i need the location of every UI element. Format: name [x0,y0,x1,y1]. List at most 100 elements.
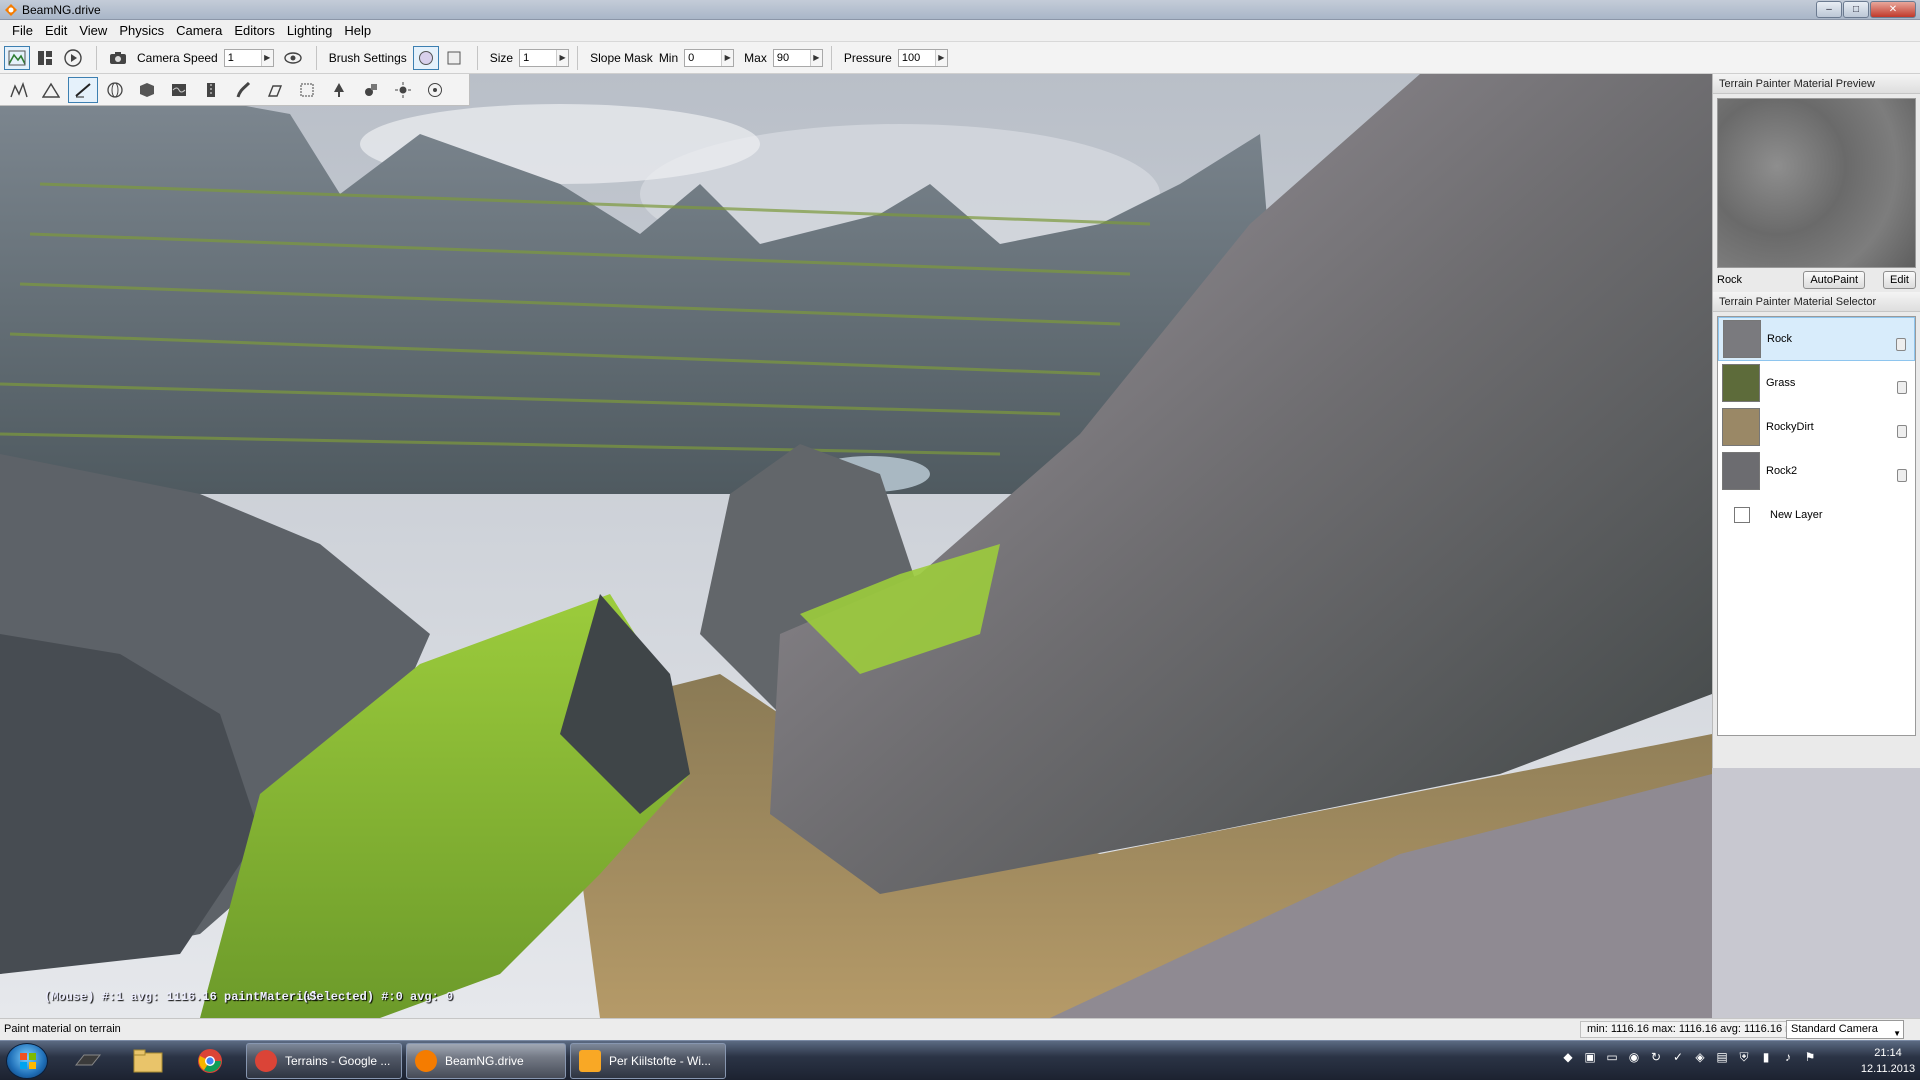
shape-tool[interactable] [356,77,386,103]
hard-drive-icon [74,1054,102,1066]
particle-tool[interactable] [420,77,450,103]
material-item-rock[interactable]: Rock [1718,317,1915,361]
menu-edit[interactable]: Edit [39,23,73,38]
status-message: Paint material on terrain [4,1023,121,1035]
pressure-field[interactable]: 100 ▶ [897,48,948,67]
tray-sync-icon[interactable]: ↻ [1648,1049,1664,1065]
slope-max-field[interactable]: 90 ▶ [772,48,823,67]
task-beamng-window[interactable]: BeamNG.drive [406,1043,566,1079]
menu-file[interactable]: File [6,23,39,38]
menu-physics[interactable]: Physics [113,23,170,38]
play-game-button[interactable] [60,46,86,70]
close-button[interactable]: ✕ [1870,1,1916,18]
cube-tool[interactable] [132,77,162,103]
maximize-button[interactable]: □ [1843,1,1869,18]
new-layer-item[interactable]: New Layer [1718,493,1915,537]
tray-network-icon[interactable]: ▮ [1758,1049,1774,1065]
gui-editor-button[interactable] [32,46,58,70]
delete-material-icon[interactable] [1897,469,1907,482]
camera-speed-arrow-icon[interactable]: ▶ [260,49,273,66]
slope-mask-label: Slope Mask [590,50,653,65]
camera-button[interactable] [105,46,131,70]
autopaint-button[interactable]: AutoPaint [1803,271,1866,289]
menu-editors[interactable]: Editors [228,23,280,38]
circle-brush-button[interactable] [412,45,439,70]
task-label: Terrains - Google ... [285,1054,391,1068]
task-chrome-window[interactable]: Terrains - Google ... [246,1043,402,1079]
tray-display-icon[interactable]: ▣ [1582,1049,1598,1065]
pressure-value[interactable]: 100 [899,52,935,64]
tray-flag-icon[interactable]: ⚑ [1802,1049,1818,1065]
toolbar-separator [476,45,478,70]
slope-min-field[interactable]: 0 ▶ [684,48,735,67]
paint-brush-tool[interactable] [68,76,98,103]
eye-icon [284,51,302,64]
brush-settings-label: Brush Settings [328,50,407,65]
meshroad-icon [236,81,251,97]
camera-mode-value: Standard Camera [1791,1023,1878,1035]
tray-monitor-icon[interactable]: ▭ [1604,1049,1620,1065]
material-label: Grass [1766,377,1796,389]
material-item-rockydirt[interactable]: RockyDirt [1718,405,1915,449]
world-editor-button[interactable] [4,45,30,70]
taskbar-clock[interactable]: 21:14 12.11.2013 [1860,1045,1916,1077]
terrain-editor-tool[interactable] [4,77,34,103]
mountain-tool[interactable] [36,77,66,103]
pressure-arrow-icon[interactable]: ▶ [934,49,947,66]
decal-road-tool[interactable] [260,77,290,103]
tray-security-icon[interactable]: ⛨ [1736,1049,1752,1065]
minimize-button[interactable]: – [1816,1,1842,18]
3d-viewport[interactable]: (Mouse) #:1 avg: 1116.16 paintMaterial (… [0,74,1712,1018]
delete-material-icon[interactable] [1897,425,1907,438]
tray-graphics-icon[interactable]: ▤ [1714,1049,1730,1065]
tray-app-icon[interactable]: ◆ [1560,1049,1576,1065]
slope-max-value[interactable]: 90 [774,52,810,64]
size-value[interactable]: 1 [520,52,556,64]
tray-volume-icon[interactable]: ♪ [1780,1049,1796,1065]
sun-tool[interactable] [388,77,418,103]
size-field[interactable]: 1 ▶ [519,48,570,67]
river-tool[interactable] [164,77,194,103]
material-item-rock2[interactable]: Rock2 [1718,449,1915,493]
material-preview-image [1717,98,1916,268]
camera-mode-select[interactable]: Standard Camera ▼ [1786,1020,1904,1039]
slope-min-value[interactable]: 0 [685,52,721,64]
visibility-button[interactable] [280,46,306,70]
menu-bar: File Edit View Physics Camera Editors Li… [0,20,1920,42]
tray-shield-icon[interactable]: ◈ [1692,1049,1708,1065]
status-heights: min: 1116.16 max: 1116.16 avg: 1116.16 m… [1580,1021,1788,1038]
square-brush-button[interactable] [441,46,467,70]
camera-speed-field[interactable]: 1 ▶ [223,48,274,67]
delete-material-icon[interactable] [1896,338,1906,351]
delete-material-icon[interactable] [1897,381,1907,394]
menu-lighting[interactable]: Lighting [281,23,339,38]
material-swatch [1722,408,1760,446]
size-label: Size [489,50,514,65]
meshroad-tool[interactable] [228,77,258,103]
tray-steam-icon[interactable]: ◉ [1626,1049,1642,1065]
pinned-app-1[interactable] [62,1044,114,1078]
road-tool[interactable] [196,77,226,103]
size-arrow-icon[interactable]: ▶ [556,49,569,66]
start-button[interactable] [6,1043,48,1079]
camera-speed-value[interactable]: 1 [225,52,261,64]
menu-help[interactable]: Help [338,23,377,38]
task-winamp-window[interactable]: Per Kiilstofte - Wi... [570,1043,726,1079]
beamng-icon [415,1050,437,1072]
task-label: Per Kiilstofte - Wi... [609,1054,712,1068]
material-item-grass[interactable]: Grass [1718,361,1915,405]
edit-material-button[interactable]: Edit [1883,271,1916,289]
menu-camera[interactable]: Camera [170,23,228,38]
material-swatch [1723,320,1761,358]
new-layer-label: New Layer [1770,509,1823,521]
forest-tool[interactable] [324,77,354,103]
slope-min-arrow-icon[interactable]: ▶ [721,49,734,66]
globe-tool[interactable] [100,77,130,103]
forest-icon [334,82,344,97]
tray-update-icon[interactable]: ✓ [1670,1049,1686,1065]
pinned-explorer[interactable] [122,1044,174,1078]
menu-view[interactable]: View [73,23,113,38]
mesh-tool[interactable] [292,77,322,103]
slope-max-arrow-icon[interactable]: ▶ [809,49,822,66]
pinned-chrome[interactable] [184,1044,236,1078]
